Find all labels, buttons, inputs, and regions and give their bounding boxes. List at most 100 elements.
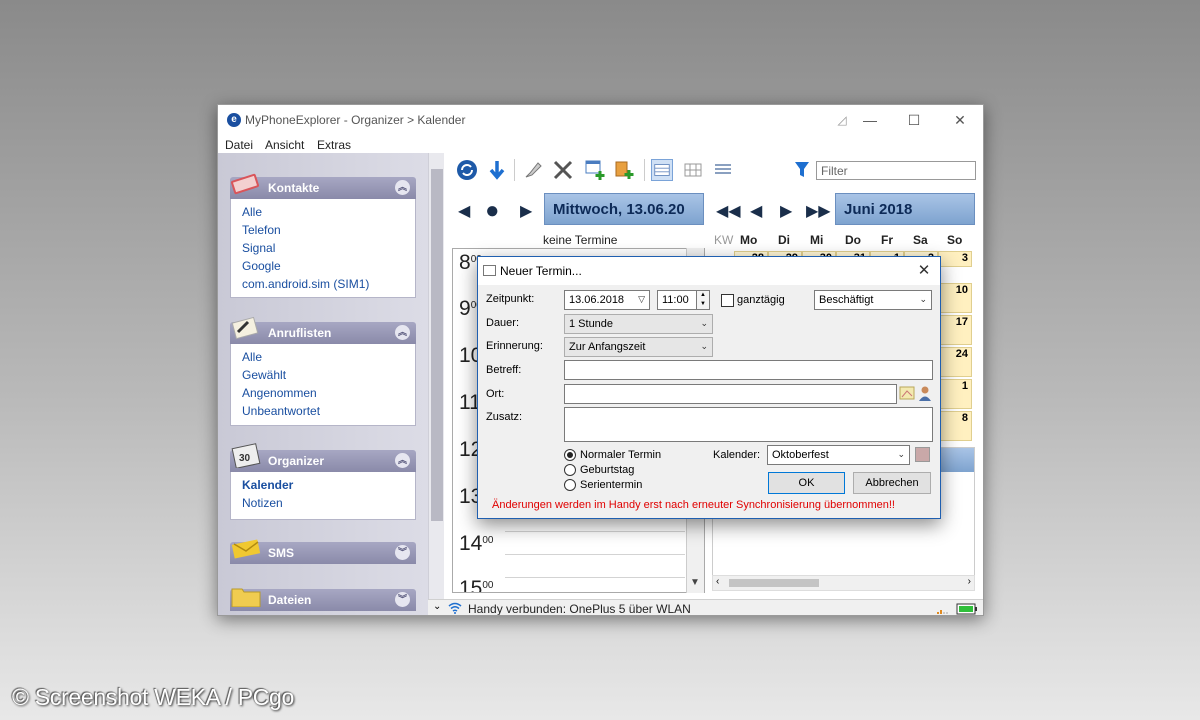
hour-label: 1500	[459, 577, 494, 593]
weekday-header: Do	[845, 233, 861, 247]
section-header-sms[interactable]: SMS ︾	[230, 539, 416, 564]
section-header-organizer[interactable]: 30 Organizer ︽	[230, 443, 416, 472]
day-cell[interactable]: 24	[938, 347, 972, 377]
window-path: Organizer > Kalender	[351, 113, 466, 127]
status-bar: ⌄ Handy verbunden: OnePlus 5 über WLAN	[428, 599, 983, 615]
filter-funnel-icon[interactable]	[794, 160, 810, 180]
section-body-anruflisten: Alle Gewählt Angenommen Unbeantwortet	[230, 344, 416, 426]
today-dot-icon[interactable]: ●	[485, 197, 500, 225]
time-spinner[interactable]: ▲ ▼	[696, 290, 710, 310]
notes-textarea[interactable]	[564, 407, 933, 442]
sidebar: Kontakte ︽ Alle Telefon Signal Google co…	[218, 153, 428, 615]
reminder-select[interactable]: Zur Anfangszeit ⌄	[564, 337, 713, 357]
prev-week-arrow-icon[interactable]: ◀	[750, 201, 762, 221]
section-header-kontakte[interactable]: Kontakte ︽	[230, 173, 416, 199]
link-kontakte-alle[interactable]: Alle	[242, 203, 415, 221]
radio-serientermin[interactable]	[564, 479, 576, 491]
day-cell[interactable]: 3	[938, 251, 972, 267]
hour-line	[505, 554, 685, 555]
location-input[interactable]	[564, 384, 897, 404]
calendar-select[interactable]: Oktoberfest ⌄	[767, 445, 910, 465]
date-picker[interactable]: 13.06.2018 ▽	[564, 290, 650, 310]
link-organizer-notizen[interactable]: Notizen	[242, 494, 415, 512]
section-header-anruflisten[interactable]: Anruflisten ︽	[230, 316, 416, 344]
day-header: Mittwoch, 13.06.20	[544, 193, 704, 225]
close-button[interactable]: ✕	[940, 109, 980, 131]
link-anruf-gewaehlt[interactable]: Gewählt	[242, 366, 415, 384]
collapse-up-icon[interactable]: ︽	[395, 180, 410, 195]
sidebar-scrollbar[interactable]	[428, 153, 444, 615]
chevron-down-icon[interactable]: ⌄	[433, 601, 441, 612]
next-month-double-arrow-icon[interactable]: ▶▶	[806, 201, 831, 221]
edit-icon[interactable]	[522, 159, 544, 181]
section-title-organizer: Organizer	[268, 454, 325, 468]
chevron-down-icon: ⌄	[700, 318, 708, 328]
maximize-button[interactable]: ☐	[894, 109, 934, 131]
allday-checkbox[interactable]	[721, 294, 734, 307]
status-select[interactable]: Beschäftigt ⌄	[814, 290, 932, 310]
delete-x-icon[interactable]	[552, 159, 574, 181]
new-appointment-dialog: Neuer Termin... ✕ Zeitpunkt: 13.06.2018 ▽…	[477, 256, 941, 519]
duration-select[interactable]: 1 Stunde ⌄	[564, 314, 713, 334]
link-anruf-angenommen[interactable]: Angenommen	[242, 384, 415, 402]
chevron-down-icon: ⌄	[919, 294, 927, 304]
folder-icon	[231, 588, 261, 607]
link-kontakte-sim[interactable]: com.android.sim (SIM1)	[242, 275, 415, 293]
scroll-down-icon[interactable]: ▼	[690, 577, 700, 588]
link-kontakte-telefon[interactable]: Telefon	[242, 221, 415, 239]
label-betreff: Betreff:	[486, 364, 522, 376]
scroll-right-icon[interactable]: ›	[968, 576, 971, 587]
minimize-button[interactable]: —	[850, 109, 890, 131]
toolbar-separator	[514, 159, 515, 181]
filter-input[interactable]: Filter	[816, 161, 976, 180]
time-input[interactable]: 11:00	[657, 290, 698, 310]
link-anruf-alle[interactable]: Alle	[242, 348, 415, 366]
menu-datei[interactable]: Datei	[225, 138, 253, 152]
day-view-icon[interactable]	[651, 159, 673, 181]
horizontal-scrollbar[interactable]: ‹ ›	[712, 575, 975, 591]
add-event-icon[interactable]	[584, 159, 606, 181]
menu-ansicht[interactable]: Ansicht	[265, 138, 304, 152]
radio-normal[interactable]	[564, 449, 576, 461]
menu-extras[interactable]: Extras	[317, 138, 351, 152]
prev-day-arrow-icon[interactable]: ◀	[458, 201, 470, 221]
link-anruf-unbeantwortet[interactable]: Unbeantwortet	[242, 402, 415, 420]
section-body-kontakte: Alle Telefon Signal Google com.android.s…	[230, 199, 416, 298]
link-kontakte-google[interactable]: Google	[242, 257, 415, 275]
expand-down-icon[interactable]: ︾	[395, 592, 410, 607]
expand-down-icon[interactable]: ︾	[395, 545, 410, 560]
day-cell[interactable]: 1	[938, 379, 972, 409]
horizontal-scroll-thumb[interactable]	[729, 579, 819, 587]
no-events-label: keine Termine	[543, 233, 618, 247]
download-arrow-icon[interactable]	[486, 159, 508, 181]
link-organizer-kalender[interactable]: Kalender	[242, 476, 415, 494]
scroll-left-icon[interactable]: ‹	[716, 576, 719, 587]
sms-envelope-icon	[231, 539, 261, 559]
day-cell[interactable]: 17	[938, 315, 972, 345]
next-day-arrow-icon[interactable]: ▶	[520, 201, 532, 221]
link-kontakte-signal[interactable]: Signal	[242, 239, 415, 257]
radio-geburtstag[interactable]	[564, 464, 576, 476]
menu-bar: Datei Ansicht Extras	[218, 135, 983, 155]
day-cell[interactable]: 10	[938, 283, 972, 313]
ok-button[interactable]: OK	[768, 472, 845, 494]
day-cell[interactable]: 8	[938, 411, 972, 441]
collapse-up-icon[interactable]: ︽	[395, 325, 410, 340]
map-icon[interactable]	[899, 385, 915, 401]
calendar-color-swatch[interactable]	[915, 447, 930, 462]
collapse-up-icon[interactable]: ︽	[395, 453, 410, 468]
prev-month-double-arrow-icon[interactable]: ◀◀	[716, 201, 741, 221]
dialog-window-icon	[483, 265, 496, 276]
next-week-arrow-icon[interactable]: ▶	[780, 201, 792, 221]
cancel-button[interactable]: Abbrechen	[853, 472, 931, 494]
hour-label: 1400	[459, 532, 494, 555]
list-view-icon[interactable]	[712, 159, 734, 181]
dialog-close-button[interactable]: ✕	[910, 260, 938, 282]
contact-person-icon[interactable]	[918, 385, 932, 401]
sync-icon[interactable]	[456, 159, 478, 181]
week-view-icon[interactable]	[682, 159, 704, 181]
add-task-icon[interactable]	[614, 159, 636, 181]
section-header-dateien[interactable]: Dateien ︾	[230, 588, 416, 611]
sidebar-scroll-thumb[interactable]	[431, 169, 443, 521]
subject-input[interactable]	[564, 360, 933, 380]
